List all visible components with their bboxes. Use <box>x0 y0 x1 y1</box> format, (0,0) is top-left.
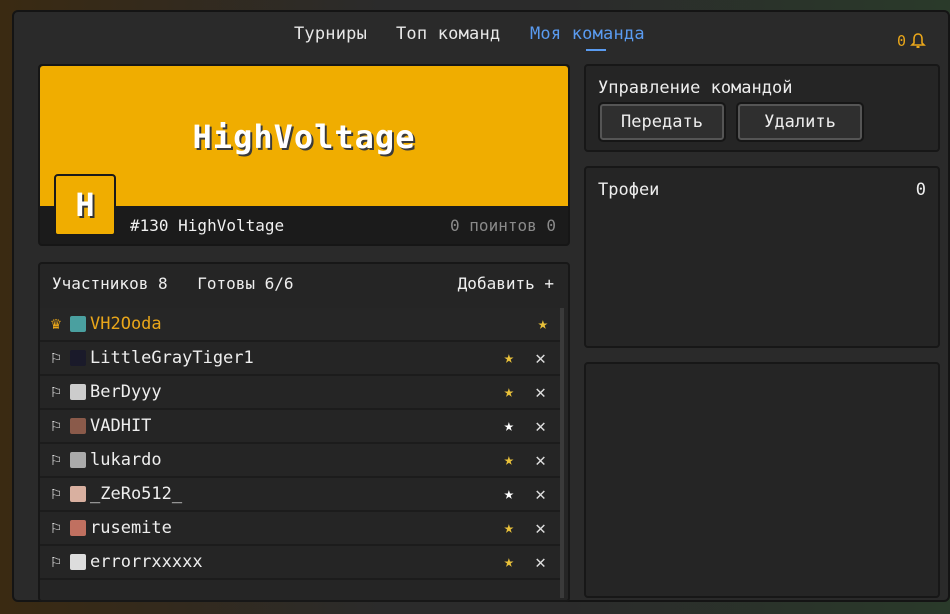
team-points: 0 поинтов 0 <box>450 216 556 235</box>
members-ready: Готовы 6/6 <box>197 274 294 293</box>
add-member-button[interactable]: Добавить + <box>458 274 554 293</box>
tab-top-teams[interactable]: Топ команд <box>396 24 500 44</box>
member-list: ♛ VH2Ooda ★ ⚐ LittleGrayTiger1 ★ ✕ ⚐ BerDyyy ★ ✕ ⚐ V… <box>40 308 560 580</box>
trophies-panel: Трофеи 0 <box>584 166 940 348</box>
flag-icon: ⚐ <box>50 450 62 470</box>
member-name: VADHIT <box>90 416 152 436</box>
kick-member-icon[interactable]: ✕ <box>535 382 546 403</box>
member-name: lukardo <box>90 450 162 470</box>
delete-button[interactable]: Удалить <box>736 102 864 142</box>
active-tab-indicator <box>586 49 606 51</box>
kick-member-icon[interactable]: ✕ <box>535 450 546 471</box>
flag-icon: ⚐ <box>50 416 62 436</box>
member-row[interactable]: ⚐ BerDyyy ★ ✕ <box>40 376 560 410</box>
tab-tournaments[interactable]: Турниры <box>294 24 367 44</box>
star-icon[interactable]: ★ <box>538 314 548 334</box>
member-row[interactable]: ⚐ errorrxxxxx ★ ✕ <box>40 546 560 580</box>
member-name: errorrxxxxx <box>90 552 203 572</box>
member-row[interactable]: ⚐ lukardo ★ ✕ <box>40 444 560 478</box>
member-name: VH2Ooda <box>90 314 162 334</box>
flag-icon: ⚐ <box>50 382 62 402</box>
flag-icon: ⚐ <box>50 484 62 504</box>
kick-member-icon[interactable]: ✕ <box>535 552 546 573</box>
star-icon[interactable]: ★ <box>504 382 514 402</box>
member-name: BerDyyy <box>90 382 162 402</box>
star-icon[interactable]: ★ <box>504 484 514 504</box>
member-name: rusemite <box>90 518 172 538</box>
member-row[interactable]: ⚐ LittleGrayTiger1 ★ ✕ <box>40 342 560 376</box>
top-nav: Турниры Топ команд Моя команда 0 <box>14 20 948 51</box>
star-icon[interactable]: ★ <box>504 348 514 368</box>
kick-member-icon[interactable]: ✕ <box>535 484 546 505</box>
team-banner: HighVoltage H #130 HighVoltage 0 поинтов… <box>38 64 570 246</box>
star-icon[interactable]: ★ <box>504 416 514 436</box>
avatar <box>70 418 86 434</box>
avatar <box>70 486 86 502</box>
avatar <box>70 520 86 536</box>
tab-my-team[interactable]: Моя команда <box>530 24 645 44</box>
trophies-title: Трофеи <box>598 180 660 200</box>
kick-member-icon[interactable]: ✕ <box>535 348 546 369</box>
member-name: LittleGrayTiger1 <box>90 348 254 368</box>
avatar <box>70 554 86 570</box>
members-header: Участников 8 Готовы 6/6 <box>52 274 314 293</box>
star-icon[interactable]: ★ <box>504 450 514 470</box>
kick-member-icon[interactable]: ✕ <box>535 518 546 539</box>
member-row[interactable]: ⚐ VADHIT ★ ✕ <box>40 410 560 444</box>
transfer-button[interactable]: Передать <box>598 102 726 142</box>
avatar <box>70 452 86 468</box>
flag-icon: ⚐ <box>50 518 62 538</box>
star-icon[interactable]: ★ <box>504 552 514 572</box>
notifications-count: 0 <box>896 32 906 50</box>
avatar <box>70 350 86 366</box>
members-count: Участников 8 <box>52 274 168 293</box>
team-window: Турниры Топ команд Моя команда 0 HighVol… <box>12 10 950 602</box>
member-name: _ZeRo512_ <box>90 484 183 504</box>
crown-icon: ♛ <box>50 314 62 334</box>
member-list-scrollbar[interactable] <box>560 308 564 598</box>
avatar <box>70 384 86 400</box>
management-panel: Управление командой Передать Удалить <box>584 64 940 152</box>
members-panel: Участников 8 Готовы 6/6 Добавить + ♛ VH2O… <box>38 262 570 602</box>
flag-icon: ⚐ <box>50 348 62 368</box>
flag-icon: ⚐ <box>50 552 62 572</box>
avatar <box>70 316 86 332</box>
star-icon[interactable]: ★ <box>504 518 514 538</box>
team-logo: H <box>54 174 116 236</box>
kick-member-icon[interactable]: ✕ <box>535 416 546 437</box>
notifications-button[interactable]: 0 <box>897 32 926 50</box>
member-row[interactable]: ⚐ _ZeRo512_ ★ ✕ <box>40 478 560 512</box>
member-row[interactable]: ♛ VH2Ooda ★ <box>40 308 560 342</box>
trophies-count: 0 <box>915 180 926 200</box>
team-rank: #130 HighVoltage <box>130 216 285 235</box>
team-name-title: HighVoltage <box>192 118 416 156</box>
management-title: Управление командой <box>598 78 793 98</box>
empty-panel <box>584 362 940 598</box>
member-row[interactable]: ⚐ rusemite ★ ✕ <box>40 512 560 546</box>
bell-icon <box>910 33 926 48</box>
